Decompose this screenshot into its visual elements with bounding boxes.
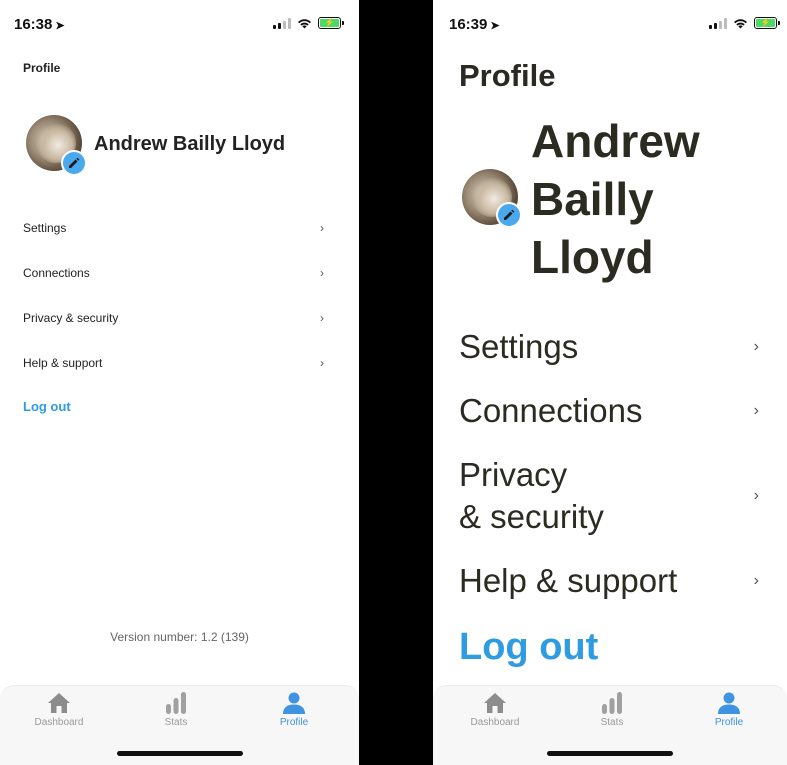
profile-name-line: Andrew [531, 115, 700, 167]
chevron-right-icon: › [320, 266, 324, 280]
tab-profile[interactable]: Profile [244, 692, 344, 728]
version-number: Version number: 1.2 (139) [110, 630, 249, 644]
chevron-right-icon: › [753, 572, 759, 589]
tab-stats[interactable]: Stats [126, 692, 226, 728]
location-arrow-icon: ➤ [490, 20, 500, 32]
menu-item-label: Connections [23, 266, 90, 280]
menu-item-label: Connections [459, 392, 643, 429]
pencil-icon [504, 209, 515, 220]
stats-icon [602, 692, 622, 714]
status-bar: 16:39 ➤ ⚡ [433, 0, 787, 44]
menu-item-label-line: & security [459, 498, 604, 535]
menu-item-label-line: Privacy [459, 456, 568, 493]
tab-label: Dashboard [470, 717, 520, 728]
chevron-right-icon: › [753, 487, 759, 504]
menu-item-label: Settings [23, 221, 67, 235]
signal-icon [273, 17, 291, 29]
tab-label: Stats [600, 717, 624, 728]
chevron-right-icon: › [753, 338, 759, 355]
profile-name-line: Lloyd [531, 231, 654, 283]
status-time: 16:39 ➤ [449, 16, 500, 33]
tab-bar: Dashboard Stats Profile [0, 685, 359, 765]
logout-button[interactable]: Log out [459, 626, 598, 669]
phone-screen-large-text: 16:39 ➤ ⚡ Profile Andrew Bailly Lloyd Set… [433, 0, 787, 765]
tab-profile[interactable]: Profile [679, 692, 779, 728]
status-bar: 16:38 ➤ ⚡ [0, 0, 359, 44]
menu-item-privacy-security[interactable]: Privacy & security › [23, 309, 324, 327]
wifi-icon [733, 18, 748, 29]
home-icon [48, 693, 70, 713]
home-indicator[interactable] [116, 751, 243, 756]
page-title: Profile [459, 58, 556, 93]
home-indicator[interactable] [547, 751, 673, 756]
chevron-right-icon: › [753, 402, 759, 419]
location-arrow-icon: ➤ [55, 20, 65, 32]
menu-item-label: Help & support [459, 562, 678, 599]
menu-item-settings[interactable]: Settings › [23, 219, 324, 237]
person-icon [718, 692, 740, 714]
menu-item-label: Help & support [23, 356, 103, 370]
menu-item-settings[interactable]: Settings › [459, 326, 759, 368]
profile-name: Andrew Bailly Lloyd [94, 133, 286, 155]
person-icon [283, 692, 305, 714]
home-icon [484, 693, 506, 713]
page-title: Profile [23, 61, 61, 75]
stats-icon [166, 692, 186, 714]
tab-dashboard[interactable]: Dashboard [445, 692, 545, 728]
battery-icon: ⚡ [754, 17, 780, 29]
profile-name: Andrew Bailly Lloyd [531, 112, 700, 286]
tab-label: Profile [279, 717, 309, 728]
wifi-icon [297, 18, 312, 29]
menu-item-label: Settings [459, 328, 579, 365]
chevron-right-icon: › [320, 221, 324, 235]
tab-label: Profile [714, 717, 744, 728]
pencil-icon [69, 157, 80, 168]
chevron-right-icon: › [320, 356, 324, 370]
menu-item-label: Privacy & security [23, 311, 119, 325]
menu-item-connections[interactable]: Connections › [459, 390, 759, 432]
menu-item-help-support[interactable]: Help & support › [459, 560, 759, 602]
menu-item-help-support[interactable]: Help & support › [23, 354, 324, 372]
signal-icon [709, 17, 727, 29]
edit-avatar-button[interactable] [496, 202, 522, 228]
tab-dashboard[interactable]: Dashboard [9, 692, 109, 728]
tab-stats[interactable]: Stats [562, 692, 662, 728]
status-time: 16:38 ➤ [14, 16, 65, 33]
tab-label: Stats [164, 717, 188, 728]
status-icons: ⚡ [273, 17, 344, 29]
chevron-right-icon: › [320, 311, 324, 325]
menu-item-connections[interactable]: Connections › [23, 264, 324, 282]
logout-button[interactable]: Log out [23, 399, 71, 414]
phone-screen-standard-text: 16:38 ➤ ⚡ Profile Andrew Bailly Lloyd Set… [0, 0, 359, 765]
menu-item-privacy-security[interactable]: Privacy & security › [459, 454, 759, 538]
profile-name-line: Bailly [531, 173, 654, 225]
menu-item-label: Privacy & security [459, 454, 604, 538]
status-icons: ⚡ [709, 17, 780, 29]
battery-icon: ⚡ [318, 17, 344, 29]
tab-bar: Dashboard Stats Profile [433, 685, 787, 765]
tab-label: Dashboard [34, 717, 84, 728]
edit-avatar-button[interactable] [61, 150, 87, 176]
